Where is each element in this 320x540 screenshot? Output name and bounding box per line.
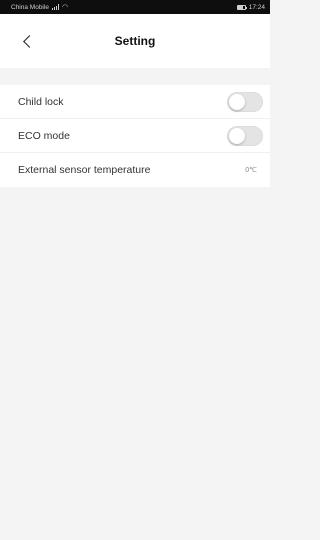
status-right: 17:24 [236,3,265,11]
carrier-name: China Mobile [11,3,49,11]
wifi-icon: ◠ [61,3,69,11]
toggle-knob [229,127,245,144]
status-bar: China Mobile ◠ 17:24 [0,0,270,14]
page-title: Setting [114,34,156,48]
back-button[interactable] [14,28,40,54]
child-lock-toggle[interactable] [227,91,263,112]
status-left: China Mobile ◠ [11,4,68,11]
setting-label: ECO mode [18,129,70,142]
setting-row-child-lock: Child lock [0,85,270,119]
signal-icon [51,4,59,10]
settings-list: Child lock ECO mode External sensor temp… [0,85,270,187]
setting-row-eco-mode: ECO mode [0,119,270,153]
setting-label: Child lock [18,95,64,108]
chevron-left-icon [22,34,36,48]
setting-row-external-sensor[interactable]: External sensor temperature 0℃ [0,153,270,187]
section-spacer [0,68,270,85]
nav-bar: Setting [0,14,270,68]
external-sensor-value: 0℃ [245,167,257,174]
battery-icon [236,4,247,10]
setting-label: External sensor temperature [18,164,151,176]
toggle-knob [229,93,245,110]
clock: 17:24 [248,3,265,11]
eco-mode-toggle[interactable] [227,125,263,146]
